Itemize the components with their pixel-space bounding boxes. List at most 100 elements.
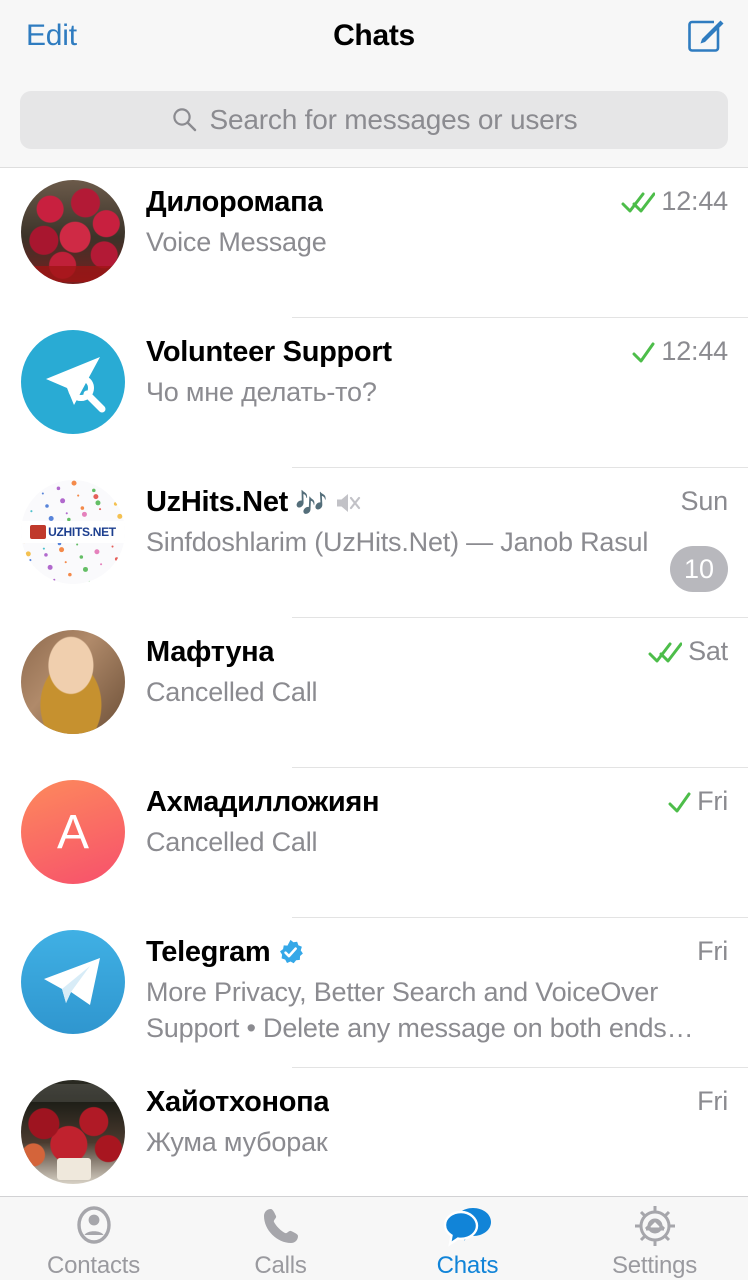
tab-calls[interactable]: Calls [187,1197,374,1280]
avatar-support-graphic [21,330,125,434]
settings-gear-icon [631,1202,679,1250]
chat-item-meta: Sat [638,636,728,667]
chat-item-header: Telegram Fri [146,936,728,969]
chat-preview-message: Cancelled Call [146,827,318,857]
avatar[interactable] [21,630,125,734]
avatar-container: А [0,768,146,918]
chat-title-group: Ахмадилложиян [146,786,657,819]
chat-item-header: Хайотхонопа Fri [146,1086,728,1119]
chat-title-group: Мафтуна [146,636,638,669]
chat-list-item[interactable]: Volunteer Support 12:44 Чо мне делать-то… [0,318,748,468]
chat-list-item[interactable]: Мафтуна Sat Cancelled Call [0,618,748,768]
avatar-container [0,918,146,1068]
avatar-uzhits-photo: UZHITS.NET [21,480,125,584]
search-placeholder-text: Search for messages or users [209,103,578,135]
chat-name: Дилоромапа [146,186,324,218]
avatar-baby-photo [21,630,125,734]
avatar-container [0,168,146,318]
chat-list-item[interactable]: А Ахмадилложиян Fri Cancelled Call [0,768,748,918]
chats-bubbles-icon [443,1202,493,1250]
chat-item-header: UzHits.Net 🎶 Sun [146,486,728,519]
chat-preview-message: More Privacy, Better Search and VoiceOve… [146,977,694,1044]
chat-name: Telegram [146,936,271,968]
tab-settings[interactable]: Settings [561,1197,748,1280]
chat-item-header: Мафтуна Sat [146,636,728,669]
avatar-initial-circle: А [21,780,125,884]
avatar-initial-letter: А [56,805,89,859]
chat-title-group: Telegram [146,936,687,969]
chat-timestamp: Sun [680,486,729,516]
chat-timestamp: 12:44 [661,336,728,366]
tab-contacts[interactable]: Contacts [0,1197,187,1280]
avatar[interactable] [21,330,125,434]
avatar[interactable] [21,930,125,1034]
tab-label: Settings [611,1251,698,1279]
chat-list-item[interactable]: Telegram Fri More Privacy, Better Search… [0,918,748,1068]
read-receipt-double-check-icon [621,189,656,215]
chat-timestamp: Fri [697,786,728,816]
edit-button[interactable]: Edit [26,19,77,53]
chat-item-header: Volunteer Support 12:44 [146,336,728,369]
chat-item-meta: Fri [687,1086,728,1117]
chat-list-item[interactable]: Дилоромапа 12:44 Voice Message [0,168,748,318]
chat-item-header: Ахмадилложиян Fri [146,786,728,819]
chat-name: Ахмадилложиян [146,786,380,818]
avatar[interactable] [21,1080,125,1184]
chat-item-header: Дилоромапа 12:44 [146,186,728,219]
delivered-single-check-icon [667,789,691,815]
avatar[interactable] [21,180,125,284]
chat-title-group: Хайотхонопа [146,1086,687,1119]
chat-list[interactable]: Дилоромапа 12:44 Voice Message Volunteer… [0,168,748,1196]
chat-item-body: Мафтуна Sat Cancelled Call [146,618,748,768]
telegram-chats-screen: Edit Chats Search for messages or users [0,0,748,1280]
search-bar-container: Search for messages or users [0,72,748,168]
chat-item-meta: 12:44 [621,336,728,367]
avatar-roses-box-photo [21,1080,125,1184]
page-title: Chats [333,19,415,52]
chat-item-meta: Fri [687,936,728,967]
compose-pencil-square-icon [688,20,724,52]
tab-chats[interactable]: Chats [374,1197,561,1280]
tab-label: Chats [436,1251,499,1279]
chat-title-group: UzHits.Net 🎶 [146,486,671,519]
avatar[interactable]: UZHITS.NET [21,480,125,584]
chat-preview-message: Чо мне делать-то? [146,377,377,407]
search-input[interactable]: Search for messages or users [20,90,728,149]
chat-item-meta: Sun [671,486,729,517]
chat-list-item[interactable]: Хайотхонопа Fri Жума муборак [0,1068,748,1196]
contacts-person-icon [70,1202,118,1250]
delivered-single-check-icon [631,339,655,365]
chat-name: Мафтуна [146,636,275,668]
chat-timestamp: Fri [697,936,728,966]
chat-list-item[interactable]: UZHITS.NET UzHits.Net 🎶 Sun Sinfdoshlari… [0,468,748,618]
chat-title-group: Volunteer Support [146,336,621,369]
avatar-container: UZHITS.NET [0,468,146,618]
calls-phone-icon [257,1202,305,1250]
avatar-container [0,618,146,768]
chat-item-body: Хайотхонопа Fri Жума муборак [146,1068,748,1196]
avatar-roses-photo [21,180,125,284]
compose-button[interactable] [682,13,728,59]
chat-preview-message: Жума муборак [146,1127,328,1157]
chat-item-body: Telegram Fri More Privacy, Better Search… [146,918,748,1068]
chat-timestamp: 12:44 [661,186,728,216]
chat-item-body: Дилоромапа 12:44 Voice Message [146,168,748,318]
search-icon [172,108,196,132]
tab-bar: Contacts Calls Chats Settings [0,1196,748,1280]
navigation-bar: Edit Chats [0,0,748,72]
chat-name: Хайотхонопа [146,1086,330,1118]
avatar-container [0,1068,146,1196]
chat-timestamp: Fri [697,1086,728,1116]
muted-speaker-icon [334,490,361,516]
music-note-emoji: 🎶 [295,487,328,518]
avatar[interactable]: А [21,780,125,884]
chat-preview-message: Sinfdoshlarim (UzHits.Net) — Janob Rasul [146,527,649,557]
paper-plane-icon [44,958,100,1005]
chat-timestamp: Sat [688,636,728,666]
chat-item-body: Ахмадилложиян Fri Cancelled Call [146,768,748,918]
unread-badge: 10 [669,546,728,592]
verified-badge-icon [277,939,304,966]
avatar-telegram-graphic [21,930,125,1034]
tab-label: Contacts [46,1251,141,1279]
chat-title-group: Дилоромапа [146,186,611,219]
